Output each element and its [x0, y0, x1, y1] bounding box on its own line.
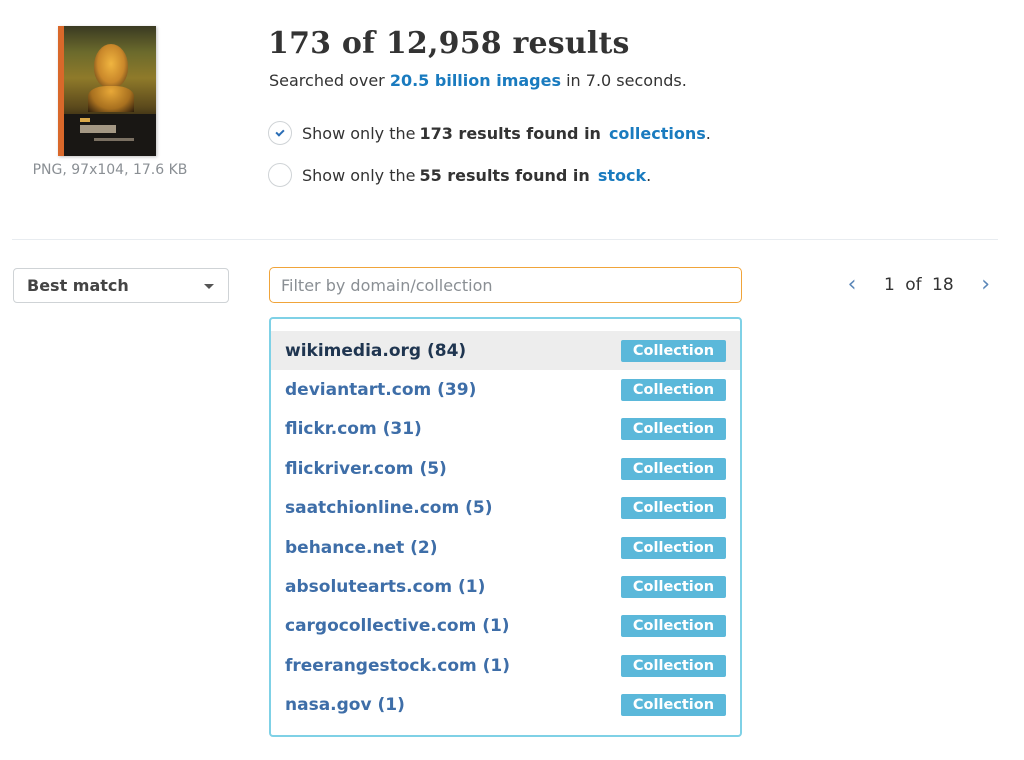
option-prefix: Show only the — [302, 123, 416, 143]
domain-item[interactable]: nasa.gov (1) Collection — [271, 686, 740, 725]
cover-text-mark — [80, 118, 90, 122]
cover-title-mark — [80, 125, 116, 133]
stock-link[interactable]: stock — [598, 166, 646, 185]
collection-badge: Collection — [621, 418, 726, 441]
collection-badge: Collection — [621, 497, 726, 520]
domain-label: nasa.gov (1) — [285, 695, 405, 716]
domain-item[interactable]: absolutearts.com (1) Collection — [271, 567, 740, 606]
collection-badge: Collection — [621, 654, 726, 677]
results-title: 173 of 12,958 results — [268, 26, 630, 61]
domain-label: flickriver.com (5) — [285, 458, 447, 479]
thumbnail-figure — [88, 86, 134, 112]
cover-subtitle-mark — [94, 138, 134, 141]
summary-suffix: in 7.0 seconds. — [566, 71, 687, 90]
option-stock[interactable]: Show only the 55 results found in stock. — [268, 163, 651, 187]
domain-item[interactable]: saatchionline.com (5) Collection — [271, 489, 740, 528]
domain-label: cargocollective.com (1) — [285, 616, 510, 637]
domain-label: behance.net (2) — [285, 537, 438, 558]
domain-item[interactable]: freerangestock.com (1) Collection — [271, 646, 740, 685]
collection-badge: Collection — [621, 339, 726, 362]
collection-badge: Collection — [621, 379, 726, 402]
domain-label: flickr.com (31) — [285, 419, 422, 440]
domain-item[interactable]: wikimedia.org (84) Collection — [271, 331, 740, 371]
sort-selected: Best match — [27, 276, 129, 295]
option-collections[interactable]: Show only the 173 results found in colle… — [268, 121, 711, 145]
option-count: 173 results found in — [419, 123, 601, 143]
domain-item[interactable]: behance.net (2) Collection — [271, 528, 740, 567]
image-meta: PNG, 97x104, 17.6 KB — [32, 162, 188, 178]
collection-badge: Collection — [621, 615, 726, 638]
domain-item[interactable]: flickriver.com (5) Collection — [271, 449, 740, 488]
divider — [12, 239, 998, 240]
collection-badge: Collection — [621, 457, 726, 480]
option-suffix: . — [705, 123, 711, 143]
radio-collections[interactable] — [268, 121, 292, 145]
search-summary: Searched over 20.5 billion images in 7.0… — [269, 71, 687, 90]
images-count-link[interactable]: 20.5 billion images — [390, 71, 561, 90]
option-suffix: . — [646, 165, 652, 185]
option-prefix: Show only the — [302, 165, 416, 185]
domain-label: saatchionline.com (5) — [285, 498, 493, 519]
domain-label: freerangestock.com (1) — [285, 655, 511, 676]
domain-item[interactable]: flickr.com (31) Collection — [271, 410, 740, 449]
caret-down-icon — [204, 284, 214, 289]
pagination: ‹ 1 of 18 › — [840, 274, 998, 296]
domain-label: deviantart.com (39) — [285, 380, 477, 401]
collection-badge: Collection — [621, 694, 726, 717]
collection-badge: Collection — [621, 536, 726, 559]
checkmark-icon — [275, 126, 285, 137]
thumbnail-cover-band — [64, 114, 156, 156]
domain-label: wikimedia.org (84) — [285, 340, 467, 361]
page-indicator: 1 of 18 — [884, 275, 954, 295]
domain-suggestions: wikimedia.org (84) Collection deviantart.… — [269, 317, 742, 737]
sort-dropdown[interactable]: Best match — [13, 268, 229, 303]
thumbnail-face — [94, 44, 128, 88]
image-thumbnail[interactable] — [58, 26, 156, 156]
domain-item[interactable]: deviantart.com (39) Collection — [271, 370, 740, 409]
domain-item[interactable]: cargocollective.com (1) Collection — [271, 607, 740, 646]
domain-filter-input[interactable] — [269, 267, 742, 303]
radio-stock[interactable] — [268, 163, 292, 187]
chevron-right-icon[interactable]: › — [974, 274, 998, 296]
summary-prefix: Searched over — [269, 71, 385, 90]
option-count: 55 results found in — [419, 165, 590, 185]
chevron-left-icon[interactable]: ‹ — [840, 274, 864, 296]
collections-link[interactable]: collections — [609, 124, 706, 143]
collection-badge: Collection — [621, 576, 726, 599]
domain-label: absolutearts.com (1) — [285, 577, 486, 598]
